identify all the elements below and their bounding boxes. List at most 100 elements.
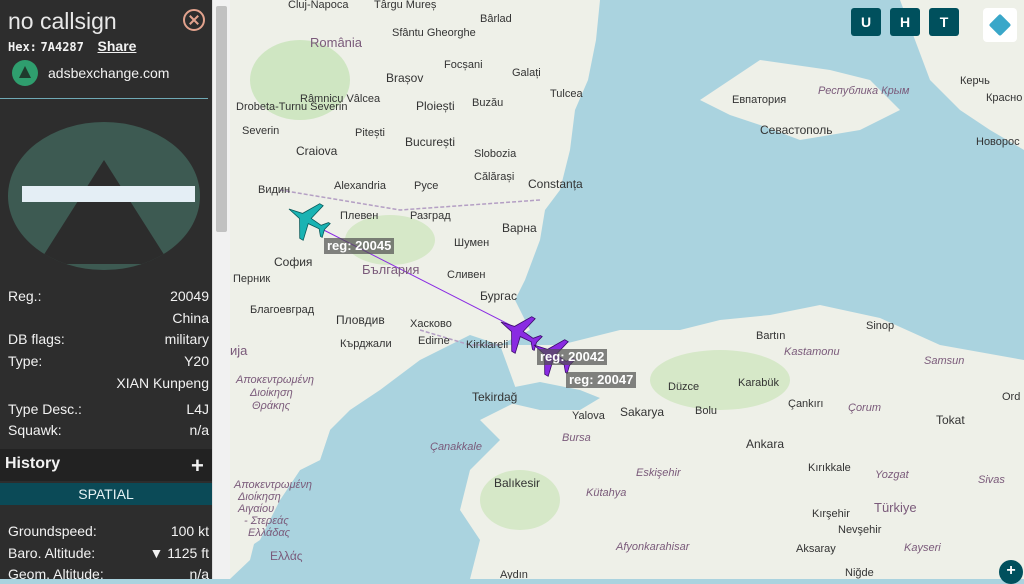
map-label: Севастополь — [760, 123, 832, 137]
map-label: Târgu Mureș — [374, 0, 437, 11]
map-label: Çankırı — [788, 398, 823, 410]
map-label: Sakarya — [620, 405, 664, 419]
map-label: Samsun — [924, 355, 964, 367]
map-label: Tokat — [936, 413, 965, 427]
map-label: Видин — [258, 184, 290, 196]
map-label: Călărași — [474, 171, 514, 183]
placeholder-bar — [22, 186, 195, 202]
scrollbar-thumb[interactable] — [216, 6, 227, 232]
map-label: Çorum — [848, 402, 881, 414]
adsbexchange-logo-icon — [12, 60, 38, 86]
aircraft-label[interactable]: reg: 20045 — [324, 238, 395, 254]
map-label: Türkiye — [874, 500, 917, 515]
map-canvas[interactable]: Cluj-Napoca Târgu Mureș Bârlad România S… — [230, 0, 1024, 579]
spatial-key: Baro. Altitude: — [8, 545, 96, 561]
map-label: Ελλάδας — [248, 527, 291, 539]
map-label: Республика Крым — [818, 85, 910, 97]
divider — [0, 98, 208, 99]
map-label: - Στερεάς — [244, 515, 289, 527]
map-label: Сливен — [447, 269, 485, 281]
detail-key: DB flags: — [8, 331, 65, 347]
map-label: Sinop — [866, 320, 894, 332]
aircraft-photo-placeholder — [8, 122, 200, 270]
map-label: Pitești — [355, 127, 385, 139]
source-link[interactable]: adsbexchange.com — [12, 60, 169, 86]
map-label: Buzău — [472, 97, 503, 109]
detail-value: military — [164, 331, 209, 347]
spatial-key: Groundspeed: — [8, 523, 97, 539]
close-icon[interactable] — [183, 9, 205, 31]
map-label: Евпатория — [732, 94, 786, 106]
map-label: Ploiești — [416, 99, 455, 113]
map-label: Severin — [242, 125, 279, 137]
map-label: Düzce — [668, 381, 699, 393]
map-label: Tekirdağ — [472, 390, 517, 404]
map-label: Edirne — [418, 335, 450, 347]
sidebar-scrollbar[interactable] — [212, 0, 230, 579]
map-label: Ankara — [746, 437, 784, 451]
zoom-in-button[interactable]: + — [999, 560, 1023, 584]
layers-icon[interactable] — [983, 8, 1017, 42]
source-label: adsbexchange.com — [48, 65, 170, 81]
map-label: Kayseri — [904, 542, 941, 554]
map-label: Διοίκηση — [249, 387, 293, 399]
share-link[interactable]: Share — [98, 38, 137, 54]
map-label: Kütahya — [586, 487, 626, 499]
map-label: Русе — [414, 180, 438, 192]
detail-key: Type: — [8, 353, 43, 369]
map-label: Nevşehir — [838, 524, 882, 536]
map-button-t[interactable]: T — [929, 8, 959, 36]
map-label: Tulcea — [550, 88, 583, 100]
detail-value: XIAN Kunpeng — [116, 375, 209, 391]
map-label: Хасково — [410, 318, 452, 330]
map-label: Karabük — [738, 377, 779, 389]
history-header[interactable]: History + — [0, 449, 212, 481]
map-label: Ελλάς — [270, 549, 303, 563]
map-label: Bolu — [695, 405, 717, 417]
map-label: Ord — [1002, 391, 1020, 403]
map-label: Slobozia — [474, 148, 517, 160]
map-label: Cluj-Napoca — [288, 0, 349, 11]
map-label: Перник — [233, 273, 270, 285]
spatial-value: 100 kt — [170, 523, 209, 539]
map-label: Kırıkkale — [808, 462, 851, 474]
map-label: България — [362, 262, 419, 277]
map-label: Благоевград — [250, 304, 315, 316]
map-label: Kastamonu — [784, 346, 840, 358]
map-label: Focșani — [444, 59, 483, 71]
aircraft-info-panel: no callsign Hex: 7A4287 Share adsbexchan… — [0, 0, 212, 579]
map-label: Craiova — [296, 144, 338, 158]
map-label: Варна — [502, 221, 537, 235]
map-label: Yozgat — [875, 469, 910, 481]
map-label: Новорос — [976, 136, 1020, 148]
tab-spatial[interactable]: SPATIAL — [0, 483, 212, 505]
aircraft-label[interactable]: reg: 20047 — [566, 372, 637, 388]
map-label: Красно — [986, 92, 1022, 104]
map-label: Αποκεντρωμένη — [235, 374, 314, 386]
placeholder-logo-icon — [38, 160, 170, 264]
detail-key: Type Desc.: — [8, 401, 82, 417]
expand-plus-icon[interactable]: + — [191, 453, 204, 479]
map-label: Αιγαίου — [237, 503, 274, 515]
map-label: Galați — [512, 67, 541, 79]
spatial-key: Geom. Altitude: — [8, 566, 104, 579]
hex-value: 7A4287 — [40, 40, 84, 54]
map-label: Sivas — [978, 474, 1005, 486]
map-label: Бургас — [480, 289, 517, 303]
map-label: Пловдив — [336, 313, 385, 327]
map-button-u[interactable]: U — [851, 8, 881, 36]
map-label: Bartın — [756, 330, 785, 342]
detail-value: 20049 — [170, 288, 209, 304]
detail-key: Squawk: — [8, 422, 62, 438]
aircraft-label[interactable]: reg: 20042 — [537, 349, 608, 365]
map-label: Плевен — [340, 210, 378, 222]
hex-label: Hex: — [8, 40, 37, 54]
map-label: Шумен — [454, 237, 489, 249]
map-label: Eskişehir — [636, 467, 682, 479]
map-label: Bârlad — [480, 13, 512, 25]
detail-value: n/a — [189, 422, 209, 438]
map-label: Çanakkale — [430, 441, 482, 453]
map-button-h[interactable]: H — [890, 8, 920, 36]
map-label: Alexandria — [334, 180, 387, 192]
map-label: București — [405, 135, 455, 149]
